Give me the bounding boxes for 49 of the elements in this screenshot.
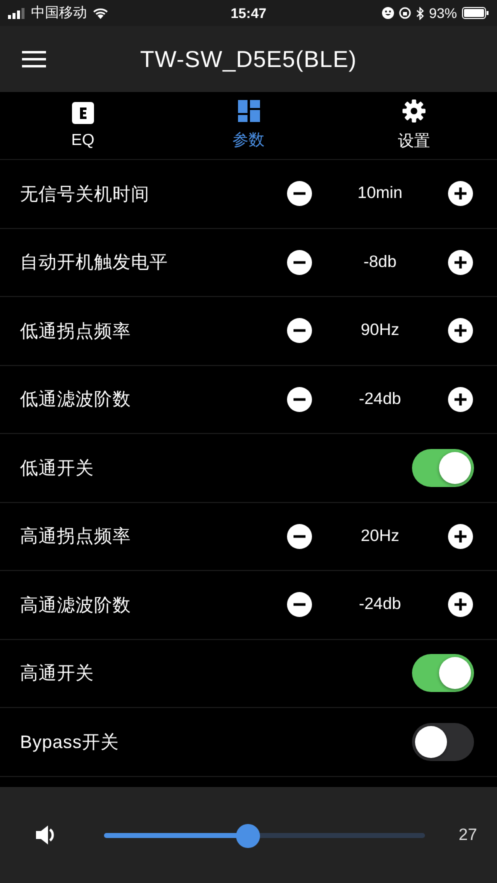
setting-value: -8db <box>362 252 398 272</box>
increase-button[interactable] <box>448 250 473 275</box>
tab[interactable]: EQ <box>0 92 166 159</box>
letter-square-icon <box>72 102 94 124</box>
bluetooth-icon <box>416 6 424 20</box>
setting-value: 10min <box>356 184 404 204</box>
app-title: TW-SW_D5E5(BLE) <box>140 46 357 72</box>
battery-percent: 93% <box>428 5 457 21</box>
signal-icon <box>8 8 26 18</box>
decrease-button[interactable] <box>287 592 312 618</box>
tab[interactable]: 参数 <box>166 92 332 159</box>
setting-label: 低通拐点频率 <box>20 320 132 343</box>
decrease-button[interactable] <box>287 524 312 549</box>
toggle-switch[interactable] <box>412 722 474 761</box>
decrease-button[interactable] <box>287 181 312 206</box>
setting-label: 低通开关 <box>20 456 95 480</box>
toggle-switch[interactable] <box>412 654 474 692</box>
decrease-button[interactable] <box>287 250 312 275</box>
increase-button[interactable] <box>448 386 473 412</box>
battery-icon <box>462 7 489 19</box>
setting-label: 高通开关 <box>20 662 95 686</box>
slider-thumb[interactable] <box>236 824 260 848</box>
wifi-icon <box>92 7 109 19</box>
menu-button[interactable] <box>22 50 46 68</box>
toggle-switch[interactable] <box>412 448 474 487</box>
setting-value: -24db <box>358 390 402 409</box>
carrier-name: 中国移动 <box>31 4 87 22</box>
tab[interactable]: 设置 <box>331 92 497 159</box>
increase-button[interactable] <box>448 524 473 549</box>
settings-icon <box>402 99 426 123</box>
setting-label: 无信号关机时间 <box>20 182 150 206</box>
setting-value: 20Hz <box>360 526 400 546</box>
setting-label: 自动开机触发电平 <box>20 251 169 274</box>
setting-label: 低通滤波阶数 <box>20 388 132 412</box>
setting-label: 高通拐点频率 <box>20 525 132 548</box>
setting-label: 高通滤波阶数 <box>20 594 132 617</box>
rotation-lock-icon <box>398 7 411 19</box>
smiley-icon <box>382 7 394 19</box>
setting-label: Bypass开关 <box>20 730 120 754</box>
increase-button[interactable] <box>448 181 473 206</box>
decrease-button[interactable] <box>287 318 312 344</box>
volume-value: 27 <box>458 826 477 844</box>
dashboard-icon <box>238 100 260 122</box>
decrease-button[interactable] <box>287 386 312 412</box>
clock-time: 15:47 <box>230 5 266 21</box>
setting-value: -24db <box>358 595 402 614</box>
increase-button[interactable] <box>448 318 473 344</box>
setting-value: 90Hz <box>360 321 400 340</box>
increase-button[interactable] <box>448 592 473 618</box>
